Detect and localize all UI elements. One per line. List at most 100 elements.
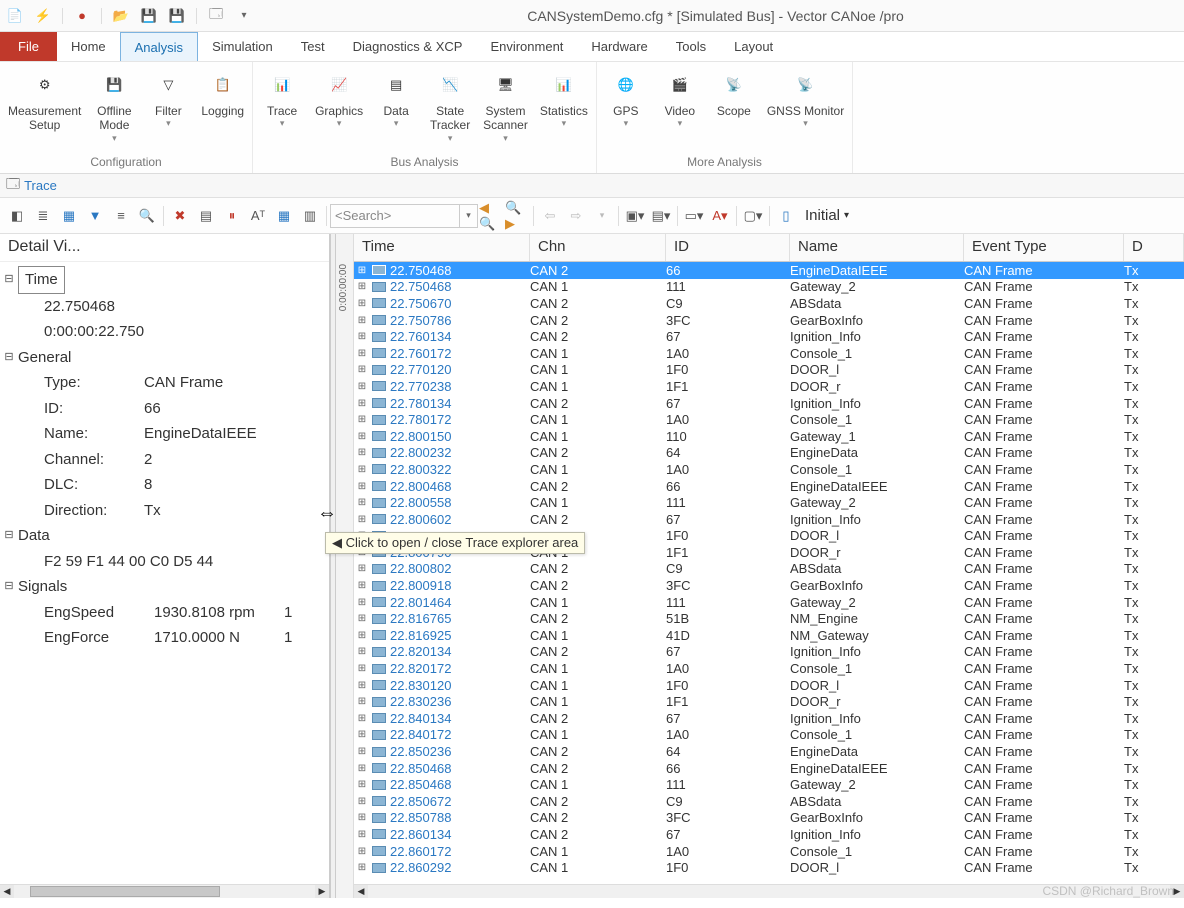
- qat-new-icon[interactable]: 📄: [6, 7, 24, 25]
- detail-hscroll[interactable]: ◀ ▶: [0, 884, 329, 898]
- table-row[interactable]: ⊞22.780172CAN 11A0Console_1CAN FrameTx: [354, 411, 1184, 428]
- toggle-mode[interactable]: Initial▾: [799, 207, 855, 224]
- expand-icon[interactable]: ⊞: [354, 514, 370, 525]
- expand-icon[interactable]: ⊞: [354, 846, 370, 857]
- expand-icon[interactable]: ⊞: [354, 646, 370, 657]
- ribbon-statetracker[interactable]: 📉StateTracker▾: [423, 66, 477, 146]
- qat-record-icon[interactable]: ●: [73, 7, 91, 25]
- time-ruler[interactable]: 0:00:00:00: [336, 234, 354, 898]
- menu-hardware[interactable]: Hardware: [577, 32, 661, 61]
- table-row[interactable]: ⊞22.860172CAN 11A0Console_1CAN FrameTx: [354, 843, 1184, 860]
- tree-toggle-time[interactable]: ⊟: [2, 270, 16, 289]
- expand-icon[interactable]: ⊞: [354, 348, 370, 359]
- table-row[interactable]: ⊞22.830236CAN 11F1DOOR_rCAN FrameTx: [354, 693, 1184, 710]
- expand-icon[interactable]: ⊞: [354, 663, 370, 674]
- table-row[interactable]: ⊞22.820134CAN 267Ignition_InfoCAN FrameT…: [354, 644, 1184, 661]
- table-row[interactable]: ⊞22.800918CAN 23FCGearBoxInfoCAN FrameTx: [354, 577, 1184, 594]
- table-row[interactable]: ⊞22.800150CAN 1110Gateway_1CAN FrameTx: [354, 428, 1184, 445]
- menu-file[interactable]: File: [0, 32, 57, 61]
- menu-diagnosticsxcp[interactable]: Diagnostics & XCP: [339, 32, 477, 61]
- expand-icon[interactable]: ⊞: [354, 812, 370, 823]
- tb-btn-2[interactable]: ≣: [31, 204, 55, 228]
- tb-color-icon[interactable]: A▾: [708, 204, 732, 228]
- qat-save-icon[interactable]: 💾: [140, 7, 158, 25]
- menu-tools[interactable]: Tools: [662, 32, 720, 61]
- tb-btn-3[interactable]: ▦: [57, 204, 81, 228]
- tb-find-prev-icon[interactable]: ◀🔍: [479, 204, 503, 228]
- tb-font-icon[interactable]: Aᵀ: [246, 204, 270, 228]
- table-row[interactable]: ⊞22.800322CAN 11A0Console_1CAN FrameTx: [354, 461, 1184, 478]
- table-row[interactable]: ⊞22.750468CAN 1111Gateway_2CAN FrameTx: [354, 279, 1184, 296]
- expand-icon[interactable]: ⊞: [354, 763, 370, 774]
- expand-icon[interactable]: ⊞: [354, 862, 370, 873]
- expand-icon[interactable]: ⊞: [354, 696, 370, 707]
- tree-data-label[interactable]: Data: [18, 523, 50, 549]
- expand-icon[interactable]: ⊞: [354, 796, 370, 807]
- table-row[interactable]: ⊞22.800802CAN 2C9ABSdataCAN FrameTx: [354, 561, 1184, 578]
- tb-btn-1[interactable]: ◧: [5, 204, 29, 228]
- qat-flash-icon[interactable]: ⚡: [34, 7, 52, 25]
- tree-toggle-data[interactable]: ⊟: [2, 526, 16, 545]
- table-row[interactable]: ⊞22.850468CAN 1111Gateway_2CAN FrameTx: [354, 776, 1184, 793]
- expand-icon[interactable]: ⊞: [354, 398, 370, 409]
- tree-time-label[interactable]: Time: [18, 266, 65, 294]
- tb-btn-9[interactable]: ▦: [272, 204, 296, 228]
- tree-signals-label[interactable]: Signals: [18, 574, 67, 600]
- ribbon-logging[interactable]: 📋Logging: [195, 66, 250, 120]
- menu-layout[interactable]: Layout: [720, 32, 787, 61]
- ribbon-statistics[interactable]: 📊Statistics▾: [534, 66, 594, 131]
- expand-icon[interactable]: ⊞: [354, 265, 370, 276]
- qat-open-icon[interactable]: 📂: [112, 7, 130, 25]
- expand-icon[interactable]: ⊞: [354, 729, 370, 740]
- tb-layout-2-icon[interactable]: ▤▾: [649, 204, 673, 228]
- ribbon-video[interactable]: 🎬Video▾: [653, 66, 707, 131]
- table-row[interactable]: ⊞22.850672CAN 2C9ABSdataCAN FrameTx: [354, 793, 1184, 810]
- col-name[interactable]: Name: [790, 234, 964, 261]
- expand-icon[interactable]: ⊞: [354, 447, 370, 458]
- tb-btn-7[interactable]: ▤: [194, 204, 218, 228]
- table-row[interactable]: ⊞22.830120CAN 11F0DOOR_lCAN FrameTx: [354, 677, 1184, 694]
- ribbon-gps[interactable]: 🌐GPS▾: [599, 66, 653, 131]
- expand-icon[interactable]: ⊞: [354, 481, 370, 492]
- expand-icon[interactable]: ⊞: [354, 630, 370, 641]
- tree-toggle-signals[interactable]: ⊟: [2, 577, 16, 596]
- expand-icon[interactable]: ⊞: [354, 464, 370, 475]
- expand-icon[interactable]: ⊞: [354, 597, 370, 608]
- trace-tab-label[interactable]: Trace: [24, 178, 57, 193]
- expand-icon[interactable]: ⊞: [354, 829, 370, 840]
- col-chn[interactable]: Chn: [530, 234, 666, 261]
- tb-col-icon[interactable]: ▯: [774, 204, 798, 228]
- expand-icon[interactable]: ⊞: [354, 331, 370, 342]
- tb-find-next-icon[interactable]: 🔍▶: [505, 204, 529, 228]
- menu-test[interactable]: Test: [287, 32, 339, 61]
- table-row[interactable]: ⊞22.760172CAN 11A0Console_1CAN FrameTx: [354, 345, 1184, 362]
- ribbon-trace[interactable]: 📊Trace▾: [255, 66, 309, 131]
- tree-toggle-general[interactable]: ⊟: [2, 348, 16, 367]
- tb-delete-icon[interactable]: ✖: [168, 204, 192, 228]
- expand-icon[interactable]: ⊞: [354, 563, 370, 574]
- col-time[interactable]: Time: [354, 234, 530, 261]
- ribbon-measurementsetup[interactable]: ⚙MeasurementSetup: [2, 66, 87, 135]
- expand-icon[interactable]: ⊞: [354, 779, 370, 790]
- tb-layout-1-icon[interactable]: ▣▾: [623, 204, 647, 228]
- expand-icon[interactable]: ⊞: [354, 298, 370, 309]
- qat-more-icon[interactable]: ▾: [235, 7, 253, 25]
- qat-window-icon[interactable]: 🗔: [207, 7, 225, 25]
- qat-saveall-icon[interactable]: 💾: [168, 7, 186, 25]
- table-row[interactable]: ⊞22.800602CAN 267Ignition_InfoCAN FrameT…: [354, 511, 1184, 528]
- col-event[interactable]: Event Type: [964, 234, 1124, 261]
- table-row[interactable]: ⊞22.840172CAN 11A0Console_1CAN FrameTx: [354, 727, 1184, 744]
- tb-search-icon[interactable]: 🔍: [135, 204, 159, 228]
- tb-btn-16[interactable]: ▢▾: [741, 204, 765, 228]
- expand-icon[interactable]: ⊞: [354, 613, 370, 624]
- search-input[interactable]: <Search>: [330, 204, 460, 228]
- trace-rows[interactable]: ⊞22.750468CAN 266EngineDataIEEECAN Frame…: [354, 262, 1184, 884]
- menu-home[interactable]: Home: [57, 32, 120, 61]
- table-row[interactable]: ⊞22.840134CAN 267Ignition_InfoCAN FrameT…: [354, 710, 1184, 727]
- tb-nav-fwd-icon[interactable]: ⇨: [564, 204, 588, 228]
- table-row[interactable]: ⊞22.780134CAN 267Ignition_InfoCAN FrameT…: [354, 395, 1184, 412]
- table-row[interactable]: ⊞22.816925CAN 141DNM_GatewayCAN FrameTx: [354, 627, 1184, 644]
- table-row[interactable]: ⊞22.816765CAN 251BNM_EngineCAN FrameTx: [354, 610, 1184, 627]
- table-row[interactable]: ⊞22.850468CAN 266EngineDataIEEECAN Frame…: [354, 760, 1184, 777]
- table-row[interactable]: ⊞22.770238CAN 11F1DOOR_rCAN FrameTx: [354, 378, 1184, 395]
